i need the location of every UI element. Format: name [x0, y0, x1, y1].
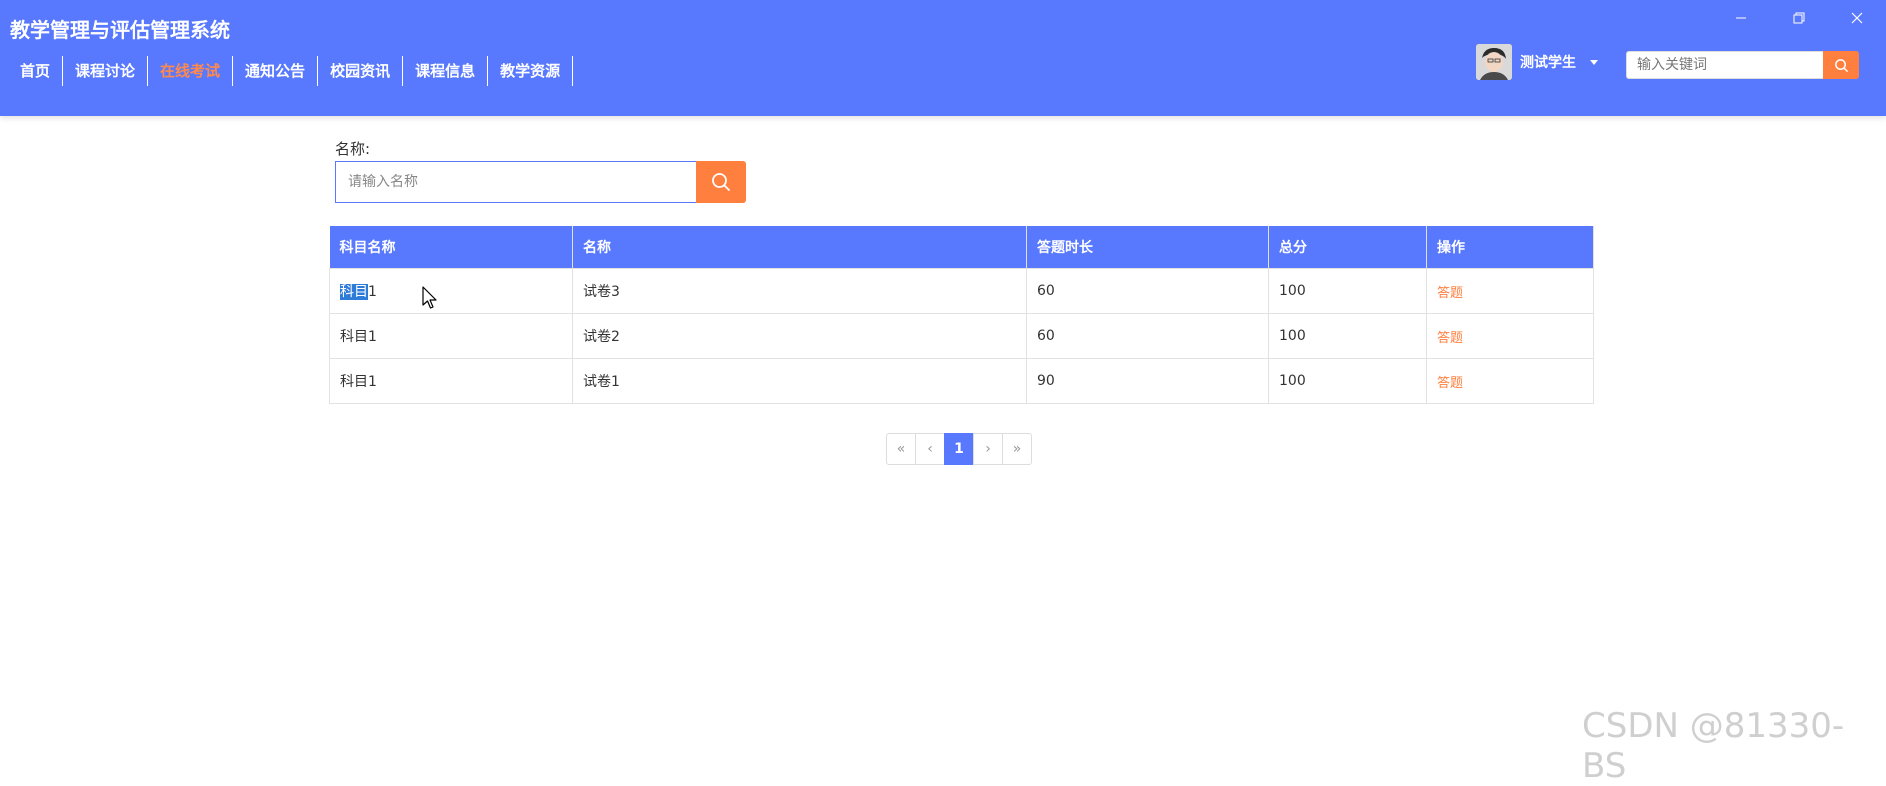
keyword-search-input[interactable] [1626, 51, 1823, 79]
name-filter [335, 161, 746, 203]
cell-name: 试卷1 [572, 358, 1027, 404]
nav-item-online-exam[interactable]: 在线考试 [148, 56, 234, 86]
cell-score: 100 [1268, 358, 1427, 404]
cell-name: 试卷3 [572, 268, 1027, 314]
cell-duration: 60 [1026, 313, 1269, 359]
nav-item-campus-news[interactable]: 校园资讯 [318, 56, 404, 86]
minimize-icon [1736, 17, 1746, 19]
keyword-search-button[interactable] [1823, 51, 1859, 79]
avatar[interactable] [1476, 44, 1512, 80]
cell-subject-rest: 1 [368, 284, 377, 300]
name-search-input[interactable] [335, 161, 696, 203]
table-row: 科目1 试卷2 60 100 答题 [329, 313, 1594, 359]
pagination: « ‹ 1 › » [886, 433, 1032, 465]
column-header-action: 操作 [1426, 226, 1594, 269]
restore-button[interactable] [1770, 0, 1828, 36]
answer-link[interactable]: 答题 [1437, 376, 1463, 391]
nav-item-notices[interactable]: 通知公告 [233, 56, 319, 86]
nav-item-teaching-resources[interactable]: 教学资源 [488, 56, 574, 86]
column-header-score: 总分 [1268, 226, 1427, 269]
cell-action: 答题 [1426, 268, 1594, 314]
cell-subject: 科目1 [329, 358, 573, 404]
caret-down-icon[interactable] [1590, 60, 1598, 66]
search-icon [712, 173, 731, 192]
cell-subject: 科目1 [329, 268, 573, 314]
next-page-button[interactable]: › [973, 433, 1003, 465]
mouse-cursor-icon [422, 286, 437, 309]
page-button-current[interactable]: 1 [944, 433, 974, 465]
column-header-name: 名称 [572, 226, 1027, 269]
answer-link[interactable]: 答题 [1437, 331, 1463, 346]
cell-action: 答题 [1426, 358, 1594, 404]
app-header: 教学管理与评估管理系统 首页 课程讨论 在线考试 通知公告 校园资讯 课程信息 … [0, 0, 1886, 116]
cell-duration: 90 [1026, 358, 1269, 404]
cell-action: 答题 [1426, 313, 1594, 359]
close-icon [1851, 12, 1863, 24]
exam-table: 科目名称 名称 答题时长 总分 操作 科目1 试卷3 60 100 答题 科目1… [329, 226, 1594, 404]
table-header-row: 科目名称 名称 答题时长 总分 操作 [329, 226, 1594, 269]
minimize-button[interactable] [1712, 0, 1770, 36]
nav-item-home[interactable]: 首页 [8, 56, 64, 86]
app-title: 教学管理与评估管理系统 [10, 18, 230, 42]
top-search [1626, 51, 1859, 79]
last-page-button[interactable]: » [1002, 433, 1032, 465]
cell-duration: 60 [1026, 268, 1269, 314]
window-controls [1712, 0, 1886, 36]
cell-score: 100 [1268, 313, 1427, 359]
main-nav: 首页 课程讨论 在线考试 通知公告 校园资讯 课程信息 教学资源 [8, 56, 574, 86]
column-header-duration: 答题时长 [1026, 226, 1269, 269]
cell-subject: 科目1 [329, 313, 573, 359]
search-icon [1834, 58, 1848, 72]
name-filter-label: 名称: [335, 140, 371, 158]
cell-score: 100 [1268, 268, 1427, 314]
name-search-button[interactable] [696, 161, 746, 203]
nav-item-course-info[interactable]: 课程信息 [403, 56, 489, 86]
restore-icon [1793, 12, 1805, 24]
column-header-subject: 科目名称 [329, 226, 573, 269]
cell-name: 试卷2 [572, 313, 1027, 359]
close-button[interactable] [1828, 0, 1886, 36]
user-name[interactable]: 测试学生 [1520, 52, 1576, 72]
avatar-image [1476, 44, 1512, 80]
table-row: 科目1 试卷1 90 100 答题 [329, 358, 1594, 404]
watermark: CSDN @81330-BS [1582, 706, 1845, 786]
first-page-button[interactable]: « [886, 433, 916, 465]
table-row: 科目1 试卷3 60 100 答题 [329, 268, 1594, 314]
user-menu[interactable]: 测试学生 [1476, 44, 1598, 80]
nav-item-course-discussion[interactable]: 课程讨论 [63, 56, 149, 86]
prev-page-button[interactable]: ‹ [915, 433, 945, 465]
answer-link[interactable]: 答题 [1437, 286, 1463, 301]
selected-text: 科目 [340, 284, 368, 300]
